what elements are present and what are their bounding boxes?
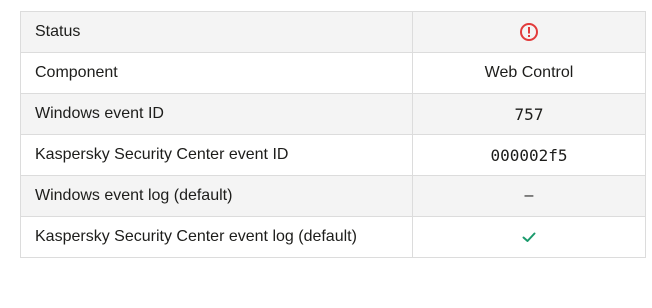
warning-circle-icon — [519, 22, 539, 42]
table-row: Component Web Control — [20, 52, 646, 94]
row-label-component: Component — [20, 52, 413, 94]
row-value-windows-event-id: 757 — [412, 93, 646, 135]
row-label-windows-event-log: Windows event log (default) — [20, 175, 413, 217]
row-value-status — [412, 11, 646, 53]
table-row: Kaspersky Security Center event log (def… — [20, 216, 646, 258]
row-value-ksc-event-log — [412, 216, 646, 258]
row-label-ksc-event-log: Kaspersky Security Center event log (def… — [20, 216, 413, 258]
event-details-table: Status Component Web Control Windows eve… — [20, 11, 646, 258]
table-row: Status — [20, 11, 646, 53]
table-row: Kaspersky Security Center event ID 00000… — [20, 134, 646, 176]
row-label-status: Status — [20, 11, 413, 53]
row-value-component: Web Control — [412, 52, 646, 94]
row-value-windows-event-log: – — [412, 175, 646, 217]
row-label-ksc-event-id: Kaspersky Security Center event ID — [20, 134, 413, 176]
table-row: Windows event ID 757 — [20, 93, 646, 135]
checkmark-icon — [520, 228, 538, 246]
row-label-windows-event-id: Windows event ID — [20, 93, 413, 135]
row-value-ksc-event-id: 000002f5 — [412, 134, 646, 176]
table-row: Windows event log (default) – — [20, 175, 646, 217]
